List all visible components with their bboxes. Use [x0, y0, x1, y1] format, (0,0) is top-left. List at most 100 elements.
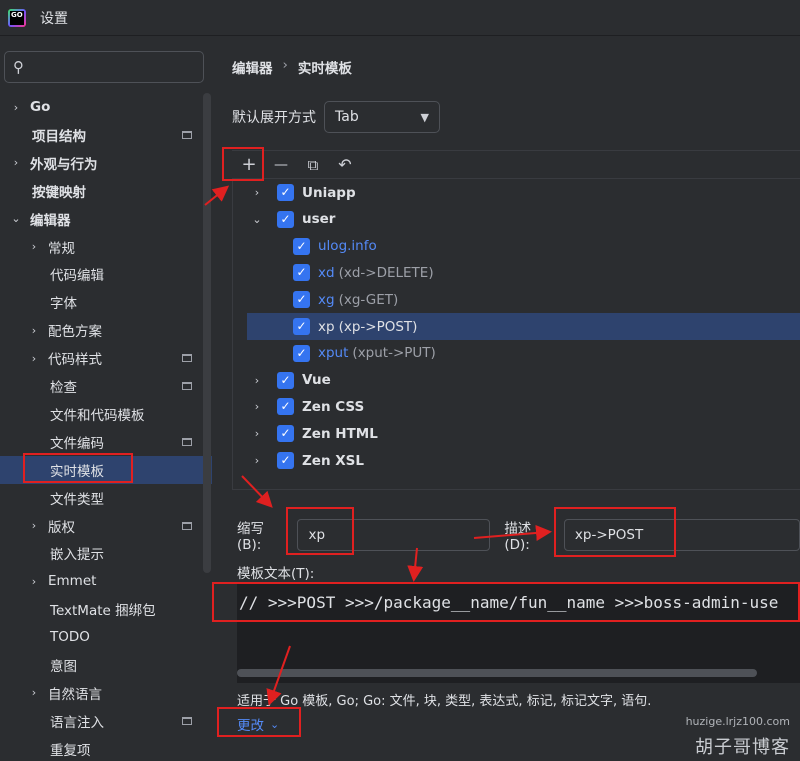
sidebar-item-label: 代码编辑 — [50, 268, 104, 285]
sidebar-item[interactable]: ⌄ 编辑器 — [0, 205, 212, 233]
description-field[interactable]: xp->POST — [563, 519, 800, 551]
add-icon[interactable]: + — [240, 155, 258, 174]
project-scope-icon — [182, 437, 192, 446]
copy-icon[interactable]: ⧉ — [304, 156, 322, 174]
sidebar-item-label: 实时模板 — [50, 463, 104, 480]
template-checkbox[interactable]: ✓ — [293, 344, 310, 362]
template-group-row[interactable]: › ✓ Zen HTML — [233, 420, 800, 447]
sidebar-item[interactable]: 按键映射 — [0, 177, 212, 205]
chevron-right-icon[interactable]: › — [251, 454, 263, 467]
template-description: (xd->DELETE) — [338, 264, 434, 281]
template-checkbox[interactable]: ✓ — [277, 398, 294, 416]
template-name: Vue — [302, 372, 331, 389]
sidebar-item[interactable]: TODO — [0, 623, 212, 651]
template-row[interactable]: ✓ xput (xput->PUT) — [233, 340, 800, 367]
chevron-right-icon[interactable]: › — [251, 374, 263, 387]
chevron-down-icon[interactable]: ⌄ — [251, 213, 263, 226]
template-checkbox[interactable]: ✓ — [293, 264, 310, 282]
template-row[interactable]: ✓ xg (xg-GET) — [233, 286, 800, 313]
sidebar-item-label: 检查 — [50, 380, 77, 396]
template-checkbox[interactable]: ✓ — [277, 210, 294, 228]
sidebar-item-label: TODO — [50, 629, 90, 646]
sidebar-item[interactable]: 项目结构 — [0, 121, 212, 149]
restore-icon[interactable]: ↶ — [336, 155, 354, 174]
template-group-row[interactable]: › ✓ Uniapp — [233, 179, 800, 206]
sidebar-item[interactable]: › Emmet — [0, 567, 212, 595]
template-checkbox[interactable]: ✓ — [277, 425, 294, 443]
template-checkbox[interactable]: ✓ — [293, 291, 310, 309]
chevron-right-icon[interactable]: › — [28, 575, 40, 588]
chevron-down-icon: ⌄ — [270, 717, 280, 731]
template-checkbox[interactable]: ✓ — [293, 237, 310, 255]
template-checkbox[interactable]: ✓ — [277, 371, 294, 389]
search-input[interactable] — [28, 59, 188, 75]
template-row[interactable]: ✓ xd (xd->DELETE) — [233, 259, 800, 286]
sidebar-item[interactable]: › 自然语言 — [0, 679, 212, 707]
template-row[interactable]: ✓ ulog.info — [233, 233, 800, 260]
sidebar-item[interactable]: 字体 — [0, 288, 212, 316]
template-checkbox[interactable]: ✓ — [277, 452, 294, 469]
template-group-row[interactable]: › ✓ Zen XSL — [233, 447, 800, 474]
chevron-right-icon[interactable]: › — [28, 324, 40, 337]
sidebar-item[interactable]: 嵌入提示 — [0, 539, 212, 567]
template-name: Zen XSL — [302, 452, 364, 469]
settings-sidebar: ⚲ › Go 项目结构 › 外观与行为 按键映射 ⌄ 编辑器 › 常规代码编辑字体 › 配色方案 › 代码… — [0, 37, 214, 761]
sidebar-item[interactable]: 代码编辑 — [0, 260, 212, 288]
project-scope-icon — [182, 521, 192, 530]
template-group-row[interactable]: › ✓ Zen CSS — [233, 393, 800, 420]
template-name: Uniapp — [302, 184, 356, 201]
sidebar-item-label: 版权 — [48, 519, 75, 536]
chevron-right-icon[interactable]: › — [10, 101, 22, 114]
sidebar-item[interactable]: 语言注入 — [0, 707, 212, 735]
window-title: 设置 — [40, 10, 68, 27]
remove-icon[interactable]: — — [272, 156, 290, 174]
template-name: xd — [318, 264, 335, 281]
chevron-right-icon[interactable]: › — [251, 427, 263, 440]
sidebar-item-label: 自然语言 — [48, 686, 102, 703]
sidebar-item[interactable]: 文件类型 — [0, 484, 212, 512]
settings-search[interactable]: ⚲ — [4, 51, 204, 83]
description-label: 描述(D): — [504, 521, 532, 553]
sidebar-scrollbar[interactable] — [203, 93, 211, 573]
template-description: (xg-GET) — [338, 291, 399, 308]
change-contexts-link[interactable]: 更改 ⌄ — [237, 714, 280, 735]
chevron-right-icon[interactable]: › — [251, 400, 263, 413]
expand-with-select[interactable]: Tab ▼ — [324, 101, 440, 133]
sidebar-item[interactable]: TextMate 捆绑包 — [0, 595, 212, 623]
template-name: Zen HTML — [302, 425, 378, 442]
abbreviation-field[interactable]: xp — [297, 519, 491, 551]
chevron-down-icon[interactable]: ⌄ — [10, 212, 22, 225]
sidebar-item[interactable]: 重复项 — [0, 735, 212, 761]
breadcrumb-current: 实时模板 — [297, 61, 352, 77]
sidebar-item[interactable]: 意图 — [0, 651, 212, 679]
chevron-right-icon[interactable]: › — [28, 352, 40, 365]
editor-horizontal-scrollbar[interactable] — [237, 669, 757, 677]
chevron-right-icon[interactable]: › — [28, 686, 40, 699]
sidebar-item[interactable]: 文件编码 — [0, 428, 212, 456]
breadcrumb-parent[interactable]: 编辑器 — [232, 57, 273, 77]
sidebar-item[interactable]: › Go — [0, 93, 212, 121]
title-bar: GO 设置 — [0, 0, 800, 36]
sidebar-item[interactable]: › 版权 — [0, 512, 212, 540]
templates-tree: › ✓ Uniapp ⌄ ✓ user ✓ ulog.info ✓ xd (xd->DELETE) ✓… — [232, 178, 800, 490]
sidebar-item[interactable]: 文件和代码模板 — [0, 400, 212, 428]
template-group-row[interactable]: ⌄ ✓ user — [233, 206, 800, 233]
sidebar-item[interactable]: › 代码样式 — [0, 344, 212, 372]
sidebar-item[interactable]: 检查 — [0, 372, 212, 400]
template-text-editor[interactable]: // >>>POST >>>/package__name/fun__name >… — [237, 583, 800, 683]
template-name: xput — [318, 345, 349, 362]
sidebar-item[interactable]: › 外观与行为 — [0, 149, 212, 177]
chevron-right-icon[interactable]: › — [28, 519, 40, 532]
chevron-right-icon[interactable]: › — [10, 156, 22, 169]
chevron-right-icon[interactable]: › — [28, 240, 40, 253]
template-row[interactable]: ✓ xp (xp->POST) — [247, 313, 800, 340]
template-checkbox[interactable]: ✓ — [277, 184, 294, 201]
sidebar-item-label: 嵌入提示 — [50, 547, 104, 564]
template-checkbox[interactable]: ✓ — [293, 318, 310, 335]
chevron-right-icon[interactable]: › — [251, 186, 263, 199]
sidebar-item[interactable]: › 配色方案 — [0, 316, 212, 344]
sidebar-item[interactable]: › 常规 — [0, 233, 212, 261]
template-group-row[interactable]: › ✓ Vue — [233, 367, 800, 394]
sidebar-item[interactable]: 实时模板 — [0, 455, 212, 484]
project-scope-icon — [182, 130, 192, 139]
